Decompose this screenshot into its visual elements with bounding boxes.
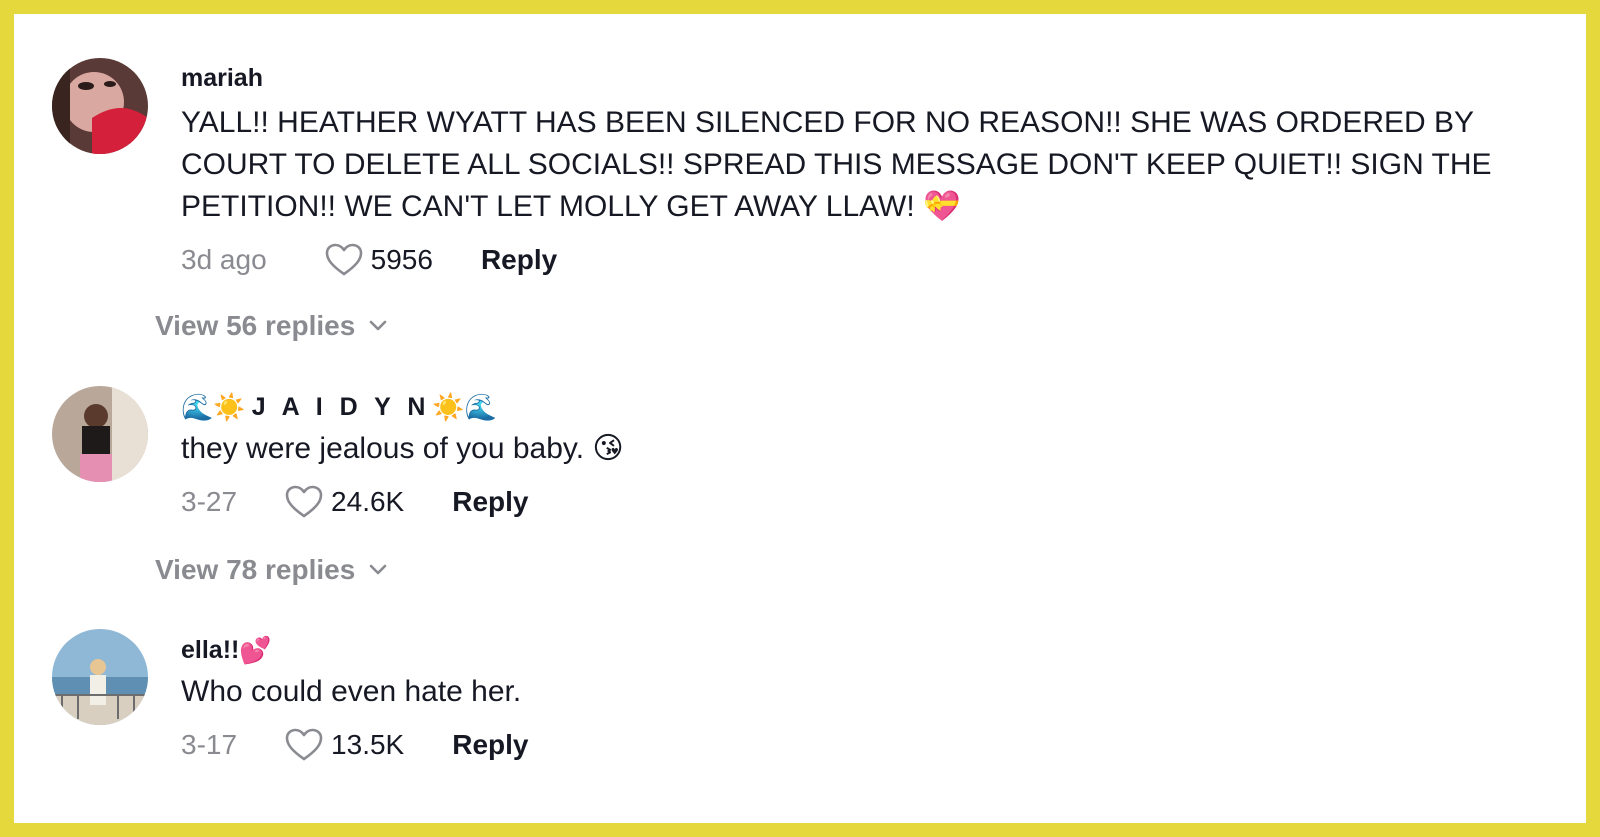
comment-username[interactable]: mariah <box>181 64 263 93</box>
comment-body: YALL!! HEATHER WYATT HAS BEEN SILENCED F… <box>181 106 1492 223</box>
comment-username[interactable]: 🌊☀️ J A I D Y N ☀️🌊 <box>181 392 497 423</box>
heart-outline-icon <box>325 243 362 276</box>
reply-button[interactable]: Reply <box>452 729 528 761</box>
heart-outline-icon <box>285 728 323 761</box>
comment-meta: 3-17 13.5K Reply <box>181 725 528 765</box>
avatar[interactable] <box>52 629 148 725</box>
reply-button[interactable]: Reply <box>452 486 528 518</box>
like-count: 24.6K <box>331 486 405 517</box>
comment-meta: 3d ago 5956 Reply <box>181 240 557 280</box>
comments-panel: mariah YALL!! HEATHER WYATT HAS BEEN SIL… <box>14 14 1586 823</box>
sun-wave-emoji: ☀️🌊 <box>432 392 498 422</box>
comment-date: 3-17 <box>181 729 238 760</box>
username-text: J A I D Y N <box>251 393 431 421</box>
view-replies-button[interactable]: View 56 replies <box>155 310 387 342</box>
view-replies-label: View 56 replies <box>155 310 356 341</box>
view-replies-button[interactable]: View 78 replies <box>155 554 387 586</box>
comment-text: YALL!! HEATHER WYATT HAS BEEN SILENCED F… <box>181 102 1541 228</box>
comment-text: Who could even hate her. <box>181 671 1541 713</box>
comment-text: they were jealous of you baby. 😘 <box>181 428 1541 470</box>
comment-body: they were jealous of you baby. <box>181 432 585 465</box>
chevron-down-icon <box>369 320 387 331</box>
like-count: 5956 <box>370 244 433 275</box>
chevron-down-icon <box>369 564 387 575</box>
username-text: ella!! <box>181 636 240 664</box>
comment-date: 3d ago <box>181 244 267 275</box>
kiss-face-emoji: 😘 <box>592 432 624 465</box>
reply-button[interactable]: Reply <box>481 244 557 276</box>
avatar[interactable] <box>52 58 148 154</box>
like-count: 13.5K <box>331 729 405 760</box>
comment-username[interactable]: ella!! 💕 <box>181 635 272 666</box>
wave-sun-emoji: 🌊☀️ <box>181 392 246 422</box>
like-button[interactable]: 5956 <box>325 243 433 277</box>
comment-body: Who could even hate her. <box>181 675 522 708</box>
comment-date: 3-27 <box>181 486 238 517</box>
heart-outline-icon <box>285 485 323 518</box>
view-replies-label: View 78 replies <box>155 554 356 585</box>
username-text: mariah <box>181 64 263 92</box>
like-button[interactable]: 24.6K <box>285 485 404 519</box>
avatar[interactable] <box>52 386 148 482</box>
heart-gift-emoji: 💝 <box>923 190 961 223</box>
comment-meta: 3-27 24.6K Reply <box>181 482 528 522</box>
two-hearts-emoji: 💕 <box>239 635 272 665</box>
like-button[interactable]: 13.5K <box>285 728 404 762</box>
